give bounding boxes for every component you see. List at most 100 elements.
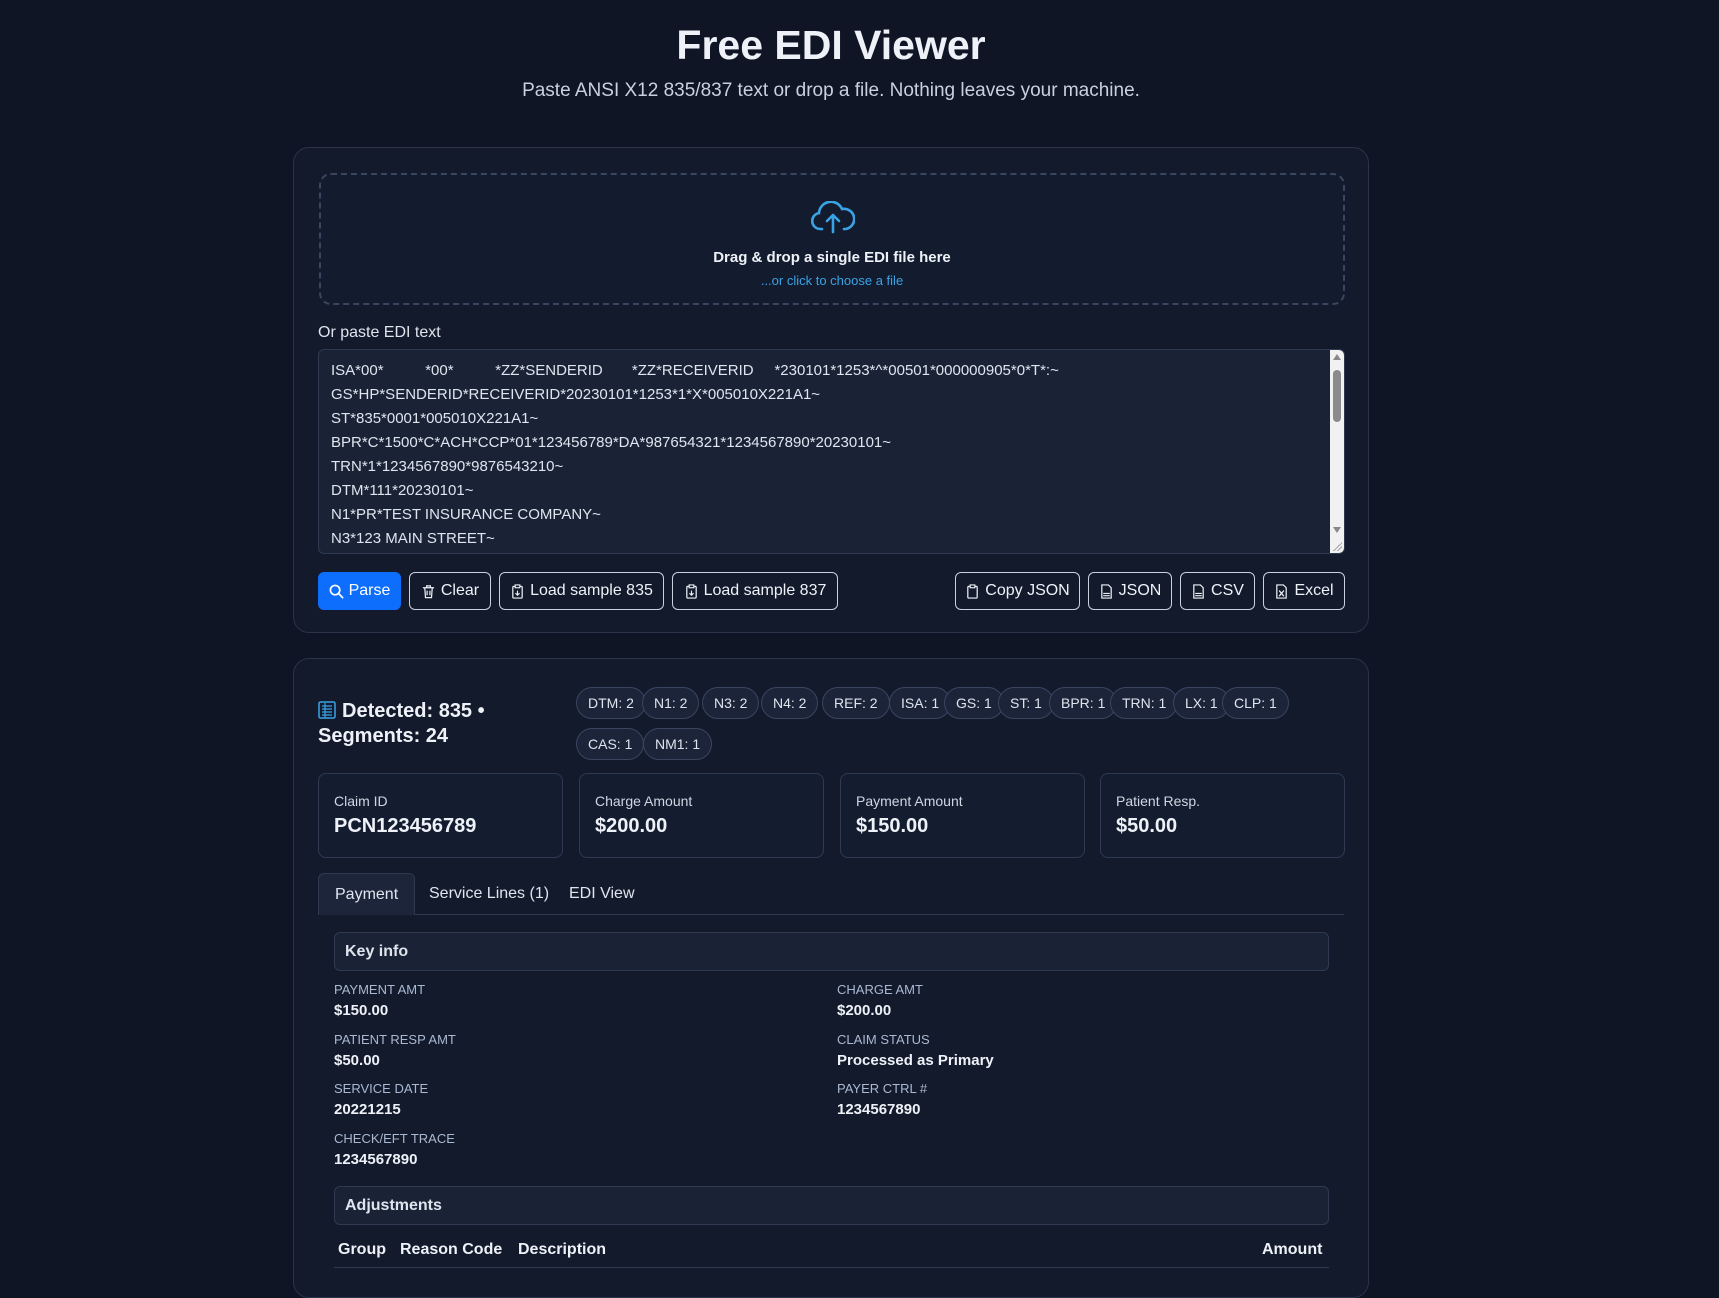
edi-line: GS*HP*SENDERID*RECEIVERID*20230101*1253*…	[331, 386, 821, 403]
segment-chip: CLP: 1	[1222, 687, 1289, 719]
download-csv-button[interactable]: CSV	[1180, 572, 1255, 610]
segments-count: Segments: 24	[318, 725, 449, 747]
download-json-button[interactable]: JSON	[1088, 572, 1172, 610]
edi-line: ST*835*0001*005010X221A1~	[331, 410, 539, 427]
result-card: Detected: 835 • Segments: 24 DTM: 2 N1: 2…	[293, 658, 1369, 1298]
segment-chip: DTM: 2	[576, 687, 646, 719]
kv-value: 20221215	[334, 1101, 401, 1118]
load-sample-837-button[interactable]: Load sample 837	[672, 572, 838, 610]
stat-label: Claim ID	[334, 793, 388, 809]
segment-chip: BPR: 1	[1049, 687, 1118, 719]
edi-text-content: ISA*00* *00* *ZZ*SENDERID *ZZ*RECEIVERID…	[331, 359, 1059, 551]
edi-line: ISA*00* *00* *ZZ*SENDERID *ZZ*RECEIVERID…	[331, 362, 1059, 379]
parse-button[interactable]: Parse	[318, 572, 401, 610]
column-header: Group	[338, 1241, 386, 1258]
stat-value: $50.00	[1116, 815, 1178, 837]
kv-label: PAYMENT AMT	[334, 982, 426, 997]
adjustments-header: Adjustments	[334, 1186, 1329, 1225]
edi-line: N1*PR*TEST INSURANCE COMPANY~	[331, 506, 601, 523]
copy-json-label: Copy JSON	[985, 582, 1070, 599]
kv-value: $200.00	[837, 1002, 892, 1019]
load-835-label: Load sample 835	[530, 582, 653, 599]
segment-chip: N1: 2	[642, 687, 700, 719]
stat-charge-amount: Charge Amount $200.00	[579, 773, 824, 858]
excel-label: Excel	[1294, 582, 1334, 599]
cloud-upload-icon	[811, 201, 855, 234]
edi-line: DTM*111*20230101~	[331, 482, 474, 499]
csv-label: CSV	[1211, 582, 1244, 599]
stat-value: $200.00	[595, 815, 668, 837]
segment-chip: N4: 2	[761, 687, 819, 719]
stat-claim-id: Claim ID PCN123456789	[318, 773, 563, 858]
kv-label: CLAIM STATUS	[837, 1032, 930, 1047]
search-icon	[329, 584, 344, 598]
segment-chip: ISA: 1	[889, 687, 952, 719]
tab-payment[interactable]: Payment	[318, 873, 416, 915]
edi-line: N3*123 MAIN STREET~	[331, 530, 495, 547]
table-divider	[334, 1267, 1329, 1268]
download-excel-button[interactable]: Excel	[1263, 572, 1345, 610]
kv-label: PAYER CTRL #	[837, 1081, 928, 1096]
file-dropzone[interactable]: Drag & drop a single EDI file here ...or…	[319, 173, 1345, 305]
clipboard-icon	[512, 583, 523, 599]
segment-chip: N3: 2	[702, 687, 760, 719]
choose-file-link[interactable]: ...or click to choose a file	[321, 273, 1343, 288]
file-excel-icon	[1276, 583, 1288, 599]
load-sample-835-button[interactable]: Load sample 835	[499, 572, 664, 610]
copy-json-button[interactable]: Copy JSON	[955, 572, 1080, 610]
tab-edi-view[interactable]: EDI View	[553, 873, 651, 915]
stat-patient-resp: Patient Resp. $50.00	[1100, 773, 1345, 858]
stat-payment-amount: Payment Amount $150.00	[840, 773, 1085, 858]
stat-value: $150.00	[856, 815, 929, 837]
detected-summary: Detected: 835 • Segments: 24	[318, 699, 485, 749]
kv-value: $50.00	[334, 1052, 380, 1069]
segment-chip: GS: 1	[944, 687, 1004, 719]
page-title: Free EDI Viewer	[676, 22, 986, 68]
column-header: Description	[518, 1241, 607, 1258]
kv-label: CHECK/EFT TRACE	[334, 1131, 455, 1146]
stat-value: PCN123456789	[334, 815, 477, 837]
kv-label: CHARGE AMT	[837, 982, 923, 997]
edi-textarea[interactable]: ISA*00* *00* *ZZ*SENDERID *ZZ*RECEIVERID…	[318, 349, 1345, 554]
textarea-scrollbar[interactable]	[1330, 350, 1344, 553]
stat-label: Payment Amount	[856, 793, 963, 809]
paste-label: Or paste EDI text	[318, 324, 441, 341]
edi-line: TRN*1*1234567890*9876543210~	[331, 458, 564, 475]
detected-type: Detected: 835 •	[342, 700, 485, 722]
kv-value: Processed as Primary	[837, 1052, 994, 1069]
load-837-label: Load sample 837	[703, 582, 827, 599]
kv-value: $150.00	[334, 1002, 389, 1019]
copy-icon	[967, 583, 979, 599]
clear-button[interactable]: Clear	[409, 572, 491, 610]
clear-label: Clear	[440, 582, 480, 599]
scroll-down-icon[interactable]	[1333, 527, 1341, 533]
key-info-header: Key info	[334, 932, 1329, 971]
stat-label: Charge Amount	[595, 793, 693, 809]
file-csv-icon	[1193, 583, 1204, 599]
kv-label: PATIENT RESP AMT	[334, 1032, 456, 1047]
kv-value: 1234567890	[837, 1101, 921, 1118]
column-header: Amount	[1262, 1241, 1323, 1258]
file-json-icon	[1100, 583, 1112, 599]
parse-label: Parse	[348, 582, 391, 599]
segment-chip: ST: 1	[998, 687, 1054, 719]
json-label: JSON	[1118, 582, 1162, 599]
kv-value: 1234567890	[334, 1151, 418, 1168]
column-header: Reason Code	[400, 1241, 503, 1258]
edi-line: BPR*C*1500*C*ACH*CCP*01*123456789*DA*987…	[331, 434, 892, 451]
resize-grip-icon[interactable]	[1332, 541, 1342, 551]
trash-icon	[422, 584, 434, 598]
kv-label: SERVICE DATE	[334, 1081, 429, 1096]
page-subtitle: Paste ANSI X12 835/837 text or drop a fi…	[522, 80, 1140, 101]
segment-chip: CAS: 1	[576, 728, 645, 760]
tab-service-lines[interactable]: Service Lines (1)	[413, 873, 565, 915]
scroll-thumb[interactable]	[1333, 370, 1341, 422]
stat-label: Patient Resp.	[1116, 793, 1201, 809]
scroll-up-icon[interactable]	[1333, 354, 1341, 360]
list-icon	[318, 701, 336, 719]
segment-chip: TRN: 1	[1110, 687, 1179, 719]
input-card: Drag & drop a single EDI file here ...or…	[293, 147, 1369, 633]
clipboard-icon	[685, 583, 697, 599]
segment-chip: REF: 2	[822, 687, 890, 719]
dropzone-title: Drag & drop a single EDI file here	[713, 249, 951, 266]
